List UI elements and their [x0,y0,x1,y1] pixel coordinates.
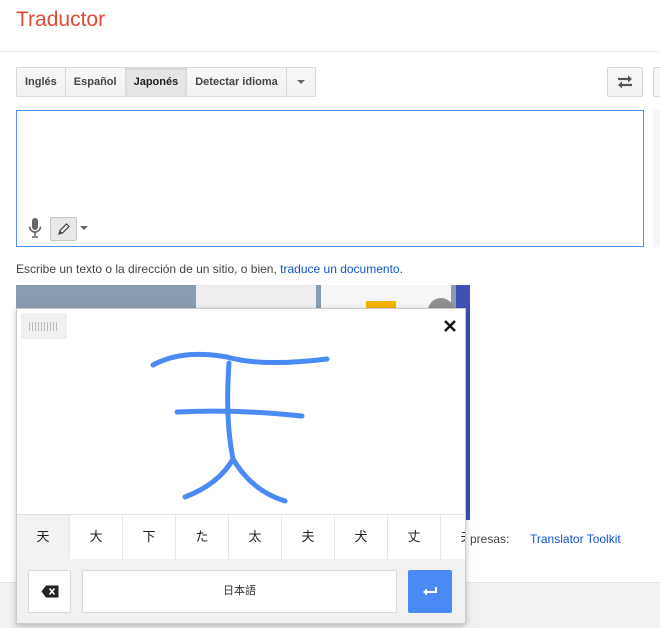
handwriting-canvas[interactable] [17,309,466,514]
input-tools-dropdown[interactable] [80,226,88,230]
pencil-icon [57,223,70,235]
enter-icon [423,586,437,595]
handwriting-toggle-button[interactable] [50,217,77,241]
source-language-bar: Inglés Español Japonés Detectar idioma [16,67,316,97]
helper-text-body: Escribe un texto o la dirección de un si… [16,262,277,276]
translate-document-link[interactable]: traduce un documento [280,262,399,276]
candidate-item[interactable]: 丈 [388,515,441,559]
lang-tab-spanish[interactable]: Español [65,68,126,96]
app-title: Traductor [16,8,106,31]
swap-icon [618,75,632,89]
candidate-item[interactable]: 犬 [335,515,388,559]
handwriting-panel: 天 大 下 た 太 夫 犬 丈 夬 日本語 [16,308,466,624]
source-language-dropdown[interactable] [286,68,315,96]
microphone-icon[interactable] [27,217,43,239]
close-button[interactable] [439,315,461,337]
target-language-button[interactable] [653,67,660,97]
backspace-icon [41,585,58,598]
space-button[interactable]: 日本語 [82,570,397,613]
helper-text: Escribe un texto o la dirección de un si… [16,262,403,276]
grip-icon [29,322,59,331]
source-text-input[interactable] [16,110,644,247]
ink-stroke [174,408,305,419]
enter-button[interactable] [408,570,452,613]
backspace-button[interactable] [28,570,71,613]
candidate-item[interactable]: 夫 [282,515,335,559]
candidate-item[interactable]: た [176,515,229,559]
handwriting-controls: 日本語 [17,559,465,623]
lang-tab-detect[interactable]: Detectar idioma [187,68,287,96]
candidate-item[interactable]: 下 [123,515,176,559]
panel-drag-handle[interactable] [21,313,67,339]
translator-toolkit-link[interactable]: Translator Toolkit [530,532,621,546]
swap-languages-button[interactable] [607,67,643,97]
lang-tab-english[interactable]: Inglés [17,68,66,96]
candidate-item[interactable]: 夬 [441,515,465,559]
candidate-item[interactable]: 太 [229,515,282,559]
helper-text-suffix: . [399,262,403,276]
chevron-down-icon [296,80,305,84]
candidate-item[interactable]: 大 [70,515,123,559]
ink-stroke [230,456,288,504]
candidate-item[interactable]: 天 [17,515,70,559]
candidate-row: 天 大 下 た 太 夫 犬 丈 夬 [17,514,465,560]
lang-tab-japanese[interactable]: Japonés [125,68,188,96]
chevron-down-icon [80,226,88,230]
ink-stroke [182,360,236,500]
business-label: presas: [470,532,510,546]
header-divider [0,51,660,52]
close-icon [444,320,456,332]
target-output-panel [653,110,660,247]
ink-stroke [150,351,330,368]
